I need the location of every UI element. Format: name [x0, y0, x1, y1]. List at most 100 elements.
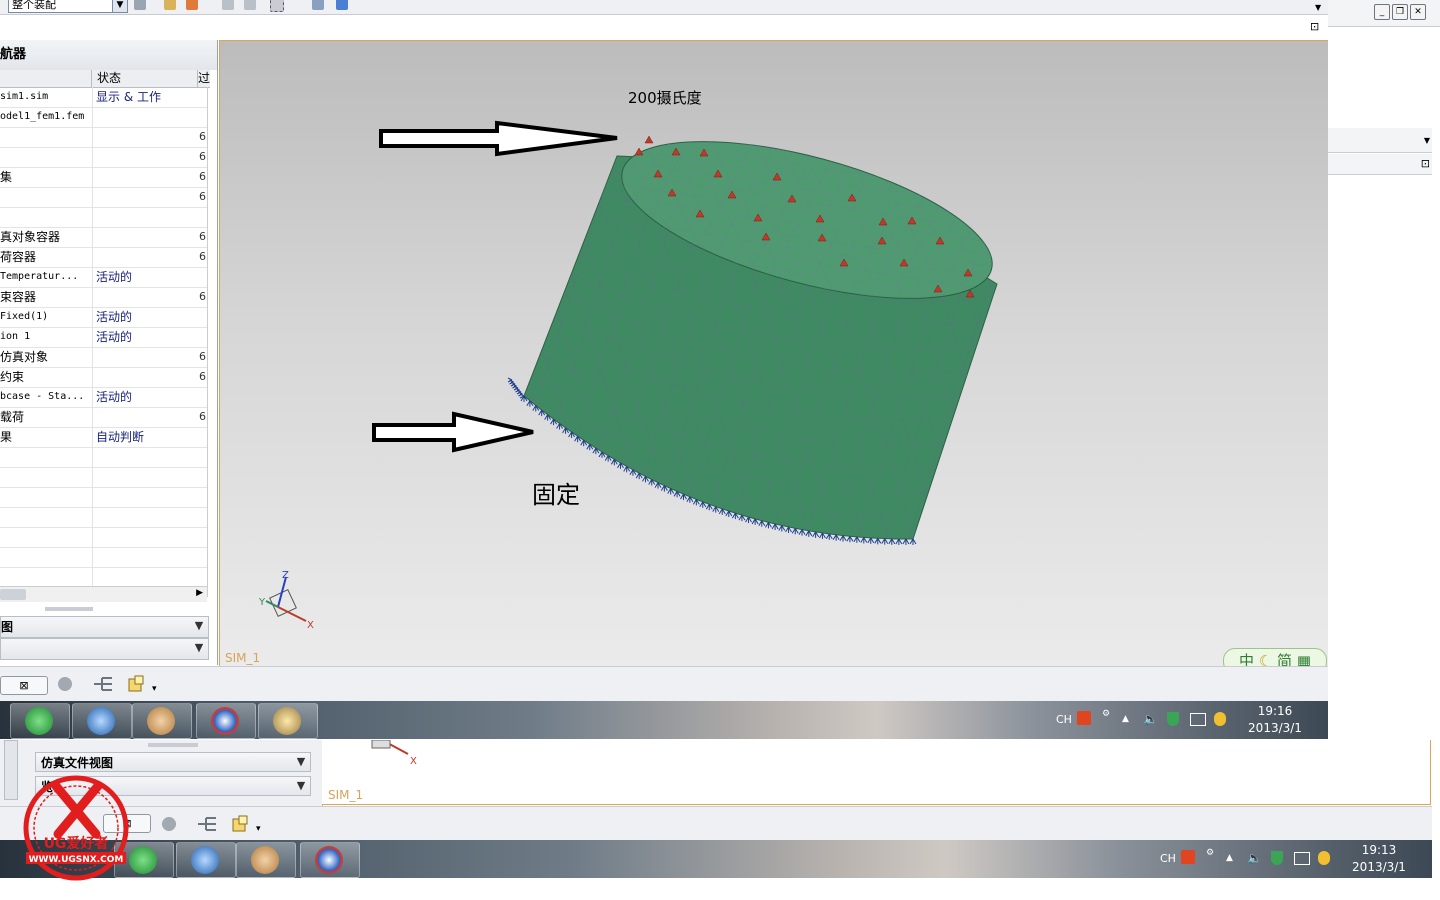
restore-icon[interactable]: ❐ [1392, 4, 1408, 20]
navigator-row-status [92, 447, 208, 467]
taskbar-app-nx[interactable] [300, 842, 360, 878]
navigator-row[interactable]: odel1_fem1.fem [0, 107, 207, 128]
taskbar-app-update[interactable] [10, 703, 70, 739]
taskbar-app-users[interactable] [236, 842, 296, 878]
navigator-row[interactable]: 果 自动判断 [0, 427, 207, 448]
maximize-view-icon[interactable]: ⊡ [1310, 20, 1319, 33]
navigator-row-extra: 6 [199, 170, 206, 183]
move-icon[interactable] [244, 0, 256, 10]
part-icon[interactable]: ▾ [126, 673, 157, 695]
taskbar-app-users[interactable] [132, 703, 192, 739]
box-select-icon[interactable] [270, 0, 284, 12]
graphics-viewport[interactable]: Z X Y 200摄氏度 固定 SIM_1 中 ☾ 简 ▦ [219, 40, 1330, 668]
view-icon[interactable] [312, 0, 324, 10]
sim-file-view-bar[interactable]: 仿真文件视图 ▼ [35, 752, 311, 772]
lower-viewport[interactable]: X SIM_1 [322, 740, 1431, 805]
navigator-row[interactable]: bcase - Sta... 活动的 [0, 387, 207, 408]
close-icon[interactable]: ✕ [1410, 4, 1426, 20]
taskbar-app-nx[interactable] [196, 703, 256, 739]
security-shield-icon[interactable] [1271, 851, 1283, 865]
language-indicator[interactable]: CH [1056, 713, 1072, 726]
snap-icon[interactable] [186, 0, 198, 10]
tray-expand-icon[interactable]: ▲ [1122, 714, 1129, 724]
assembly-select[interactable]: 整个装配 ▼ [8, 0, 128, 13]
horizontal-scrollbar[interactable]: ▶ [0, 586, 207, 602]
panel-splitter[interactable] [45, 607, 93, 611]
right-panel-bar: ▼ [1328, 128, 1432, 153]
navigator-row[interactable]: 6 [0, 147, 207, 168]
network-icon[interactable] [1190, 713, 1206, 726]
ime-tray-icon[interactable] [1077, 711, 1091, 725]
navigator-row[interactable]: 载荷 6 [0, 407, 207, 428]
navigator-view-bar[interactable]: 图 ▼ [0, 616, 209, 638]
navigator-view-bar-2[interactable]: ▼ [0, 638, 209, 660]
chevron-down-icon[interactable]: ▼ [192, 619, 206, 633]
assembly-icon[interactable] [156, 813, 182, 835]
tray-settings-icon[interactable]: ⚙ [1102, 709, 1110, 719]
lower-vertical-scrollbar[interactable] [4, 740, 18, 800]
taskbar-app-paint[interactable] [258, 703, 318, 739]
navigator-row[interactable]: sim1.sim 显示 & 工作 [0, 87, 207, 108]
constraint-marker [819, 532, 826, 539]
volume-icon[interactable]: 🔈 [1143, 712, 1158, 726]
tray-settings-icon[interactable]: ⚙ [1206, 848, 1214, 858]
taskbar-app-browser[interactable] [72, 703, 132, 739]
paint-icon [273, 707, 301, 735]
panel-splitter[interactable] [148, 743, 198, 747]
scroll-thumb[interactable] [0, 589, 26, 600]
assembly-icon[interactable] [52, 673, 78, 695]
mesh-line [220, 121, 288, 561]
navigator-row[interactable]: 仿真对象 6 [0, 347, 207, 368]
chevron-down-icon[interactable]: ▼ [294, 755, 308, 769]
ime-tray-icon[interactable] [1181, 850, 1195, 864]
taskbar-app-browser[interactable] [176, 842, 236, 878]
navigator-row[interactable]: Fixed(1) 活动的 [0, 307, 207, 328]
qq-icon[interactable] [1214, 712, 1226, 726]
chevron-down-icon[interactable]: ▼ [192, 641, 206, 655]
language-indicator[interactable]: CH [1160, 852, 1176, 865]
tree-icon[interactable] [194, 813, 220, 835]
navigator-row[interactable]: Temperatur... 活动的 [0, 267, 207, 288]
taskbar-clock[interactable]: 19:13 2013/3/1 [1349, 842, 1409, 876]
chevron-down-icon[interactable]: ▼ [1315, 3, 1321, 12]
constraint-marker [798, 529, 806, 536]
minimize-icon[interactable]: _ [1374, 4, 1390, 20]
close-tab-icon[interactable]: ⊠ [0, 676, 48, 695]
mesh-line [220, 121, 298, 561]
navigator-row[interactable]: 6 [0, 127, 207, 148]
navigator-row[interactable]: ion 1 活动的 [0, 327, 207, 348]
security-shield-icon[interactable] [1167, 712, 1179, 726]
navigator-row[interactable]: 6 [0, 187, 207, 208]
navigator-row[interactable]: 真对象容器 6 [0, 227, 207, 248]
tray-expand-icon[interactable]: ▲ [1226, 853, 1233, 863]
point-icon[interactable] [222, 0, 234, 10]
temperature-annotation: 200摄氏度 [628, 89, 702, 107]
tree-icon[interactable] [90, 673, 116, 695]
mesh-line [1188, 121, 1328, 561]
maximize-view-icon[interactable]: ⊡ [1421, 157, 1430, 170]
ime-indicator[interactable]: 中 ☾ 简 ▦ [1223, 648, 1327, 667]
navigator-row[interactable]: 集6 [0, 167, 207, 188]
cube-icon[interactable] [336, 0, 348, 10]
select-icon[interactable] [164, 0, 176, 10]
lower-tab-strip: ⊠ ▾ [0, 806, 1432, 841]
navigator-row[interactable]: 束容器 6 [0, 287, 207, 308]
mesh-line [422, 141, 512, 311]
taskbar-clock[interactable]: 19:16 2013/3/1 [1245, 703, 1305, 737]
volume-icon[interactable]: 🔈 [1247, 851, 1262, 865]
chevron-down-icon[interactable]: ▼ [294, 779, 308, 793]
navigator-row[interactable]: 约束 6 [0, 367, 207, 388]
scroll-right-icon[interactable]: ▶ [196, 588, 203, 598]
column-extra[interactable]: 过 [198, 70, 210, 87]
chevron-down-icon[interactable]: ▼ [1424, 136, 1430, 145]
navigator-row[interactable] [0, 207, 207, 228]
qq-icon[interactable] [1318, 851, 1330, 865]
navigator-row[interactable]: 荷容器 6 [0, 247, 207, 268]
network-icon[interactable] [1294, 852, 1310, 865]
chevron-down-icon[interactable]: ▼ [112, 0, 127, 12]
model-canvas[interactable]: Z X Y 200摄氏度 固定 [220, 41, 1329, 667]
filter-icon[interactable] [134, 0, 146, 10]
column-name[interactable] [0, 70, 92, 87]
column-status[interactable]: 状态 [92, 70, 198, 87]
part-icon[interactable]: ▾ [230, 813, 261, 835]
